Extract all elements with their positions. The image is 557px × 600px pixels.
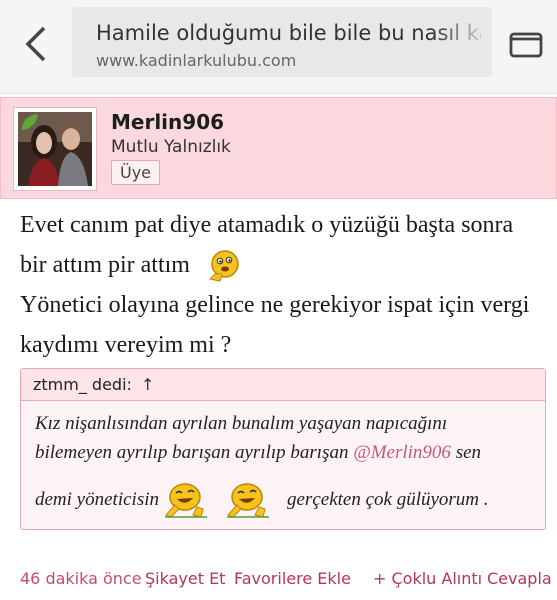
quote-line: demi yöneticisin gerçekten çok gülüyorum… bbox=[35, 479, 535, 519]
post-timestamp: 46 dakika önce bbox=[20, 569, 142, 588]
add-favorite-link[interactable]: Favorilere Ekle bbox=[234, 569, 351, 588]
tabs-button[interactable] bbox=[508, 26, 544, 62]
quote-line-text: bilemeyen ayrılıp barışan ayrılıp barışa… bbox=[35, 442, 354, 463]
post-line-text: bir attım pir attım bbox=[20, 252, 190, 278]
laughing-smiley-icon bbox=[227, 483, 269, 518]
post-author-bar: Merlin906 Mutlu Yalnızlık Üye bbox=[0, 97, 557, 199]
author-title: Mutlu Yalnızlık bbox=[111, 137, 231, 157]
quote-body: Kız nişanlısından ayrılan bunalım yaşaya… bbox=[21, 401, 545, 519]
avatar[interactable] bbox=[13, 107, 97, 191]
quote-author: ztmm_ dedi: bbox=[33, 375, 132, 394]
quote-line-text: gerçekten çok gülüyorum . bbox=[287, 488, 489, 510]
quote-line-text: demi yöneticisin bbox=[35, 488, 159, 510]
tabs-icon bbox=[509, 32, 543, 58]
page-title: Hamile olduğumu bile bile bu nasıl kadın… bbox=[96, 21, 481, 45]
post-body: Evet canım pat diye atamadık o yüzüğü ba… bbox=[20, 205, 545, 365]
leaf-icon bbox=[22, 114, 38, 130]
page-domain: www.kadinlarkulubu.com bbox=[96, 51, 297, 70]
post-line: kaydımı vereyim mi ? bbox=[20, 332, 232, 358]
laughing-smiley-icon bbox=[165, 483, 207, 518]
quote-line: Kız nişanlısından ayrılan bunalım yaşaya… bbox=[35, 413, 448, 434]
post-line: Yönetici olayına gelince ne gerekiyor is… bbox=[20, 292, 530, 318]
report-link[interactable]: Şikayet Et bbox=[145, 569, 225, 588]
post-line: Evet canım pat diye atamadık o yüzüğü ba… bbox=[20, 212, 514, 238]
browser-toolbar: Hamile olduğumu bile bile bu nasıl kadın… bbox=[0, 0, 557, 94]
reply-link[interactable]: Cevapla bbox=[487, 569, 552, 588]
user-mention-link[interactable]: @Merlin906 bbox=[353, 442, 451, 463]
quote-line-text: sen bbox=[450, 442, 482, 463]
author-name[interactable]: Merlin906 bbox=[111, 110, 224, 134]
post-line: bir attım pir attım bbox=[20, 245, 545, 285]
quote-header: ztmm_ dedi: ↑ bbox=[21, 369, 545, 401]
back-button[interactable] bbox=[14, 22, 58, 66]
address-bar[interactable]: Hamile olduğumu bile bile bu nasıl kadın… bbox=[72, 7, 492, 77]
author-role-badge: Üye bbox=[111, 160, 161, 185]
post-actions: 46 dakika önce Şikayet Et Favorilere Ekl… bbox=[0, 569, 557, 593]
multi-quote-link[interactable]: + Çoklu Alıntı bbox=[373, 569, 482, 588]
chevron-left-icon bbox=[25, 26, 46, 62]
quote-line: bilemeyen ayrılıp barışan ayrılıp barışa… bbox=[35, 438, 535, 467]
quote-box: ztmm_ dedi: ↑ Kız nişanlısından ayrılan … bbox=[20, 368, 546, 530]
jump-to-quote-arrow[interactable]: ↑ bbox=[141, 375, 154, 394]
thinking-smiley-icon bbox=[209, 250, 239, 283]
